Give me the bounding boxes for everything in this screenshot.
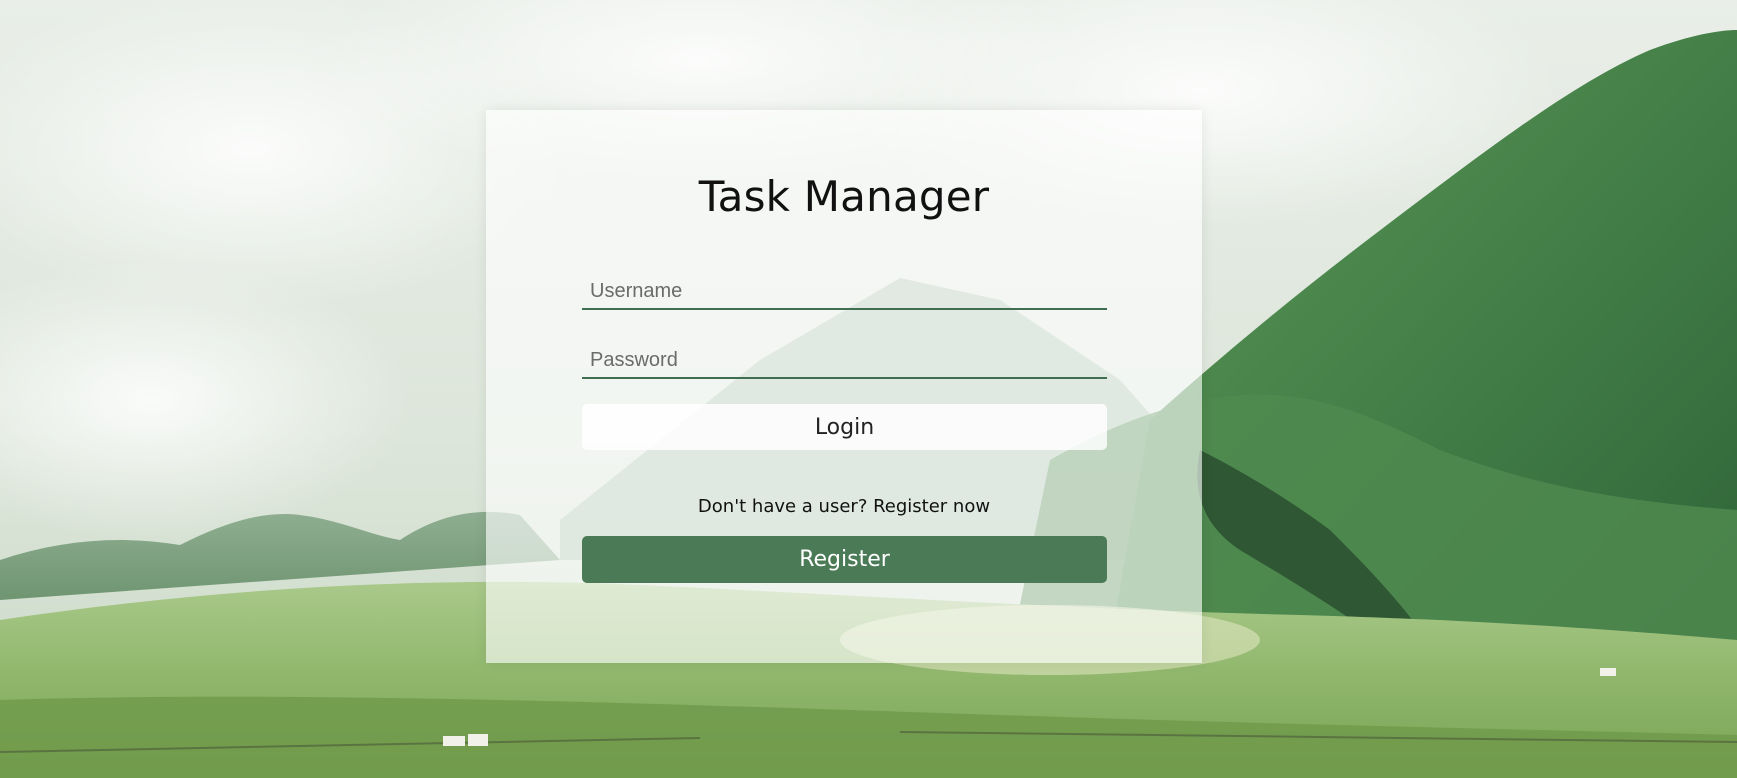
- password-input[interactable]: [582, 343, 1107, 379]
- app-title: Task Manager: [698, 172, 990, 221]
- login-button[interactable]: Login: [582, 404, 1107, 450]
- login-card: Task Manager Login Don't have a user? Re…: [486, 110, 1202, 663]
- register-button[interactable]: Register: [582, 536, 1107, 583]
- username-input[interactable]: [582, 274, 1107, 310]
- register-prompt-text: Don't have a user? Register now: [697, 496, 991, 517]
